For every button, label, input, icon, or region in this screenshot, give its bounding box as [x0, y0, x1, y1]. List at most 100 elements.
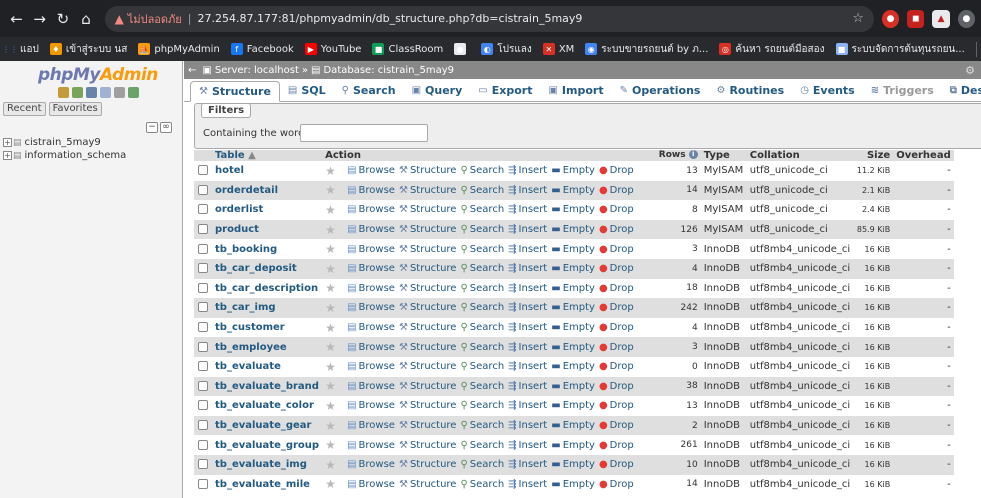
- profile-avatar-icon[interactable]: ●: [957, 9, 976, 28]
- tab-search[interactable]: ⚲ Search: [334, 80, 404, 101]
- row-checkbox[interactable]: [198, 243, 208, 254]
- action-browse-link[interactable]: ▤ Browse: [347, 224, 395, 235]
- table-name-link[interactable]: hotel: [212, 161, 323, 181]
- table-name-link[interactable]: tb_evaluate: [212, 356, 323, 377]
- action-structure-link[interactable]: ⚒ Structure: [399, 322, 457, 333]
- row-checkbox[interactable]: [198, 439, 208, 450]
- action-empty-link[interactable]: ▬ Empty: [551, 204, 595, 215]
- row-checkbox[interactable]: [198, 322, 208, 333]
- favorite-star-icon[interactable]: ★: [325, 458, 336, 472]
- tab-export[interactable]: ▭ Export: [470, 80, 540, 101]
- favorite-star-icon[interactable]: ★: [325, 262, 336, 276]
- action-structure-link[interactable]: ⚒ Structure: [399, 381, 457, 392]
- action-empty-link[interactable]: ▬ Empty: [551, 224, 595, 235]
- action-structure-link[interactable]: ⚒ Structure: [399, 361, 457, 372]
- action-empty-link[interactable]: ▬ Empty: [551, 283, 595, 294]
- info-icon[interactable]: i: [688, 150, 698, 159]
- favorites-button[interactable]: Favorites: [48, 102, 102, 116]
- action-search-link[interactable]: ⚲ Search: [460, 185, 504, 196]
- action-structure-link[interactable]: ⚒ Structure: [399, 342, 457, 353]
- row-checkbox[interactable]: [198, 282, 208, 293]
- home-icon[interactable]: ⌂: [75, 8, 96, 30]
- action-search-link[interactable]: ⚲ Search: [460, 459, 504, 470]
- table-name-link[interactable]: tb_car_deposit: [212, 258, 323, 279]
- forward-arrow-icon[interactable]: →: [29, 8, 50, 30]
- row-checkbox[interactable]: [198, 263, 208, 274]
- action-browse-link[interactable]: ▤ Browse: [347, 479, 395, 490]
- bookmark-item[interactable]: ◎ ค้นหา รถยนต์มือสอง: [719, 42, 825, 57]
- action-empty-link[interactable]: ▬ Empty: [551, 420, 595, 431]
- action-search-link[interactable]: ⚲ Search: [460, 420, 504, 431]
- row-checkbox[interactable]: [198, 380, 208, 391]
- action-insert-link[interactable]: ⇶ Insert: [508, 361, 547, 372]
- filter-input[interactable]: [300, 124, 428, 142]
- favorite-star-icon[interactable]: ★: [325, 360, 336, 374]
- action-structure-link[interactable]: ⚒ Structure: [399, 185, 457, 196]
- action-insert-link[interactable]: ⇶ Insert: [508, 244, 547, 255]
- action-insert-link[interactable]: ⇶ Insert: [508, 322, 547, 333]
- favorite-star-icon[interactable]: ★: [325, 223, 336, 237]
- bookmark-item[interactable]: ◐ โปรแลง: [481, 42, 532, 57]
- action-drop-link[interactable]: ● Drop: [599, 224, 634, 235]
- row-checkbox[interactable]: [198, 420, 208, 431]
- extension-red-icon[interactable]: ●: [881, 9, 900, 28]
- action-insert-link[interactable]: ⇶ Insert: [508, 224, 547, 235]
- action-search-link[interactable]: ⚲ Search: [460, 322, 504, 333]
- action-search-link[interactable]: ⚲ Search: [460, 440, 504, 451]
- action-drop-link[interactable]: ● Drop: [599, 420, 634, 431]
- action-drop-link[interactable]: ● Drop: [599, 459, 634, 470]
- bookmark-star-icon[interactable]: ☆: [852, 11, 864, 26]
- action-empty-link[interactable]: ▬ Empty: [551, 322, 595, 333]
- bookmark-item[interactable]: ✕ XM: [542, 43, 574, 55]
- action-empty-link[interactable]: ▬ Empty: [551, 302, 595, 313]
- favorite-star-icon[interactable]: ★: [325, 340, 336, 354]
- tab-routines[interactable]: ⚙ Routines: [708, 80, 792, 101]
- action-search-link[interactable]: ⚲ Search: [460, 302, 504, 313]
- table-name-link[interactable]: tb_evaluate_brand: [212, 376, 323, 397]
- recent-button[interactable]: Recent: [3, 102, 46, 116]
- bookmark-item[interactable]: ●: [454, 43, 470, 55]
- address-bar[interactable]: ▲ ไม่ปลอดภัย | 27.254.87.177:81/phpmyadm…: [104, 5, 874, 32]
- action-structure-link[interactable]: ⚒ Structure: [399, 302, 457, 313]
- breadcrumb-server-link[interactable]: Server: localhost: [215, 65, 299, 76]
- bookmark-item[interactable]: ♦ เข้าสู่ระบบ นส: [49, 42, 127, 57]
- bookmark-item[interactable]: ⋮⋮ แอป: [2, 42, 39, 57]
- action-empty-link[interactable]: ▬ Empty: [551, 185, 595, 196]
- phpmyadmin-logo[interactable]: phpMyAdmin: [38, 65, 182, 85]
- action-insert-link[interactable]: ⇶ Insert: [508, 440, 547, 451]
- tab-import[interactable]: ▣ Import: [540, 80, 611, 101]
- action-browse-link[interactable]: ▤ Browse: [347, 165, 395, 176]
- action-drop-link[interactable]: ● Drop: [599, 322, 634, 333]
- action-insert-link[interactable]: ⇶ Insert: [508, 165, 547, 176]
- row-checkbox[interactable]: [198, 184, 208, 195]
- row-checkbox[interactable]: [198, 341, 208, 352]
- tab-sql[interactable]: ▤ SQL: [280, 80, 334, 101]
- action-search-link[interactable]: ⚲ Search: [460, 224, 504, 235]
- action-drop-link[interactable]: ● Drop: [599, 263, 634, 274]
- action-insert-link[interactable]: ⇶ Insert: [508, 420, 547, 431]
- row-checkbox[interactable]: [198, 302, 208, 313]
- table-name-link[interactable]: tb_customer: [212, 317, 323, 338]
- row-checkbox[interactable]: [198, 478, 208, 489]
- favorite-star-icon[interactable]: ★: [325, 301, 336, 315]
- action-browse-link[interactable]: ▤ Browse: [347, 420, 395, 431]
- back-arrow-icon[interactable]: ←: [6, 8, 27, 30]
- docs-icon[interactable]: [100, 87, 111, 98]
- action-insert-link[interactable]: ⇶ Insert: [508, 185, 547, 196]
- table-name-link[interactable]: orderlist: [212, 200, 323, 220]
- reload-nav-icon[interactable]: [128, 87, 139, 98]
- action-search-link[interactable]: ⚲ Search: [460, 361, 504, 372]
- action-search-link[interactable]: ⚲ Search: [460, 479, 504, 490]
- action-empty-link[interactable]: ▬ Empty: [551, 165, 595, 176]
- settings-gear-icon[interactable]: [114, 87, 125, 98]
- table-name-link[interactable]: orderdetail: [212, 180, 323, 201]
- action-empty-link[interactable]: ▬ Empty: [551, 400, 595, 411]
- tab-triggers[interactable]: ≋ Triggers: [863, 80, 942, 101]
- action-drop-link[interactable]: ● Drop: [599, 165, 634, 176]
- header-type[interactable]: Type: [700, 150, 747, 161]
- action-structure-link[interactable]: ⚒ Structure: [399, 165, 457, 176]
- action-browse-link[interactable]: ▤ Browse: [347, 185, 395, 196]
- tree-database-item[interactable]: + ▤ cistrain_5may9: [0, 136, 182, 149]
- action-drop-link[interactable]: ● Drop: [599, 283, 634, 294]
- action-browse-link[interactable]: ▤ Browse: [347, 361, 395, 372]
